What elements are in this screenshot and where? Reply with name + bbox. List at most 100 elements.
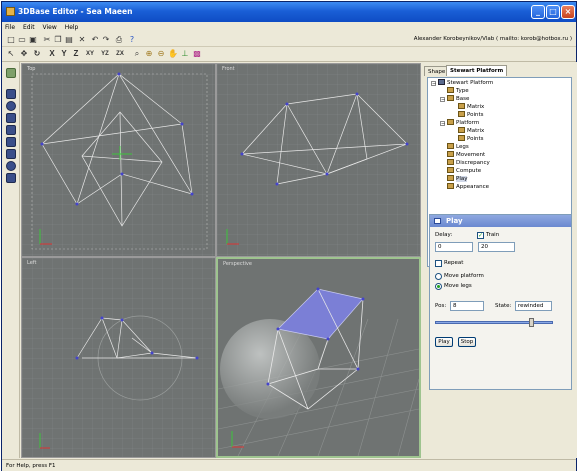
- viewport-left-label: Left: [27, 260, 37, 266]
- move-legs-label: Move legs: [444, 283, 472, 289]
- move-platform-radio[interactable]: [435, 273, 442, 280]
- state-label: State:: [495, 303, 512, 309]
- copy-icon[interactable]: ❐: [53, 35, 63, 45]
- expand-platform-icon[interactable]: −: [440, 121, 445, 127]
- viewport-top[interactable]: Top: [21, 63, 216, 257]
- menu-edit[interactable]: Edit: [20, 22, 38, 31]
- open-icon[interactable]: ▭: [17, 35, 27, 45]
- axis-xy-button[interactable]: XY: [84, 49, 96, 59]
- pan-icon[interactable]: ✋: [168, 49, 178, 59]
- app-window: 3DBase Editor - Sea Maeen _ □ × File Edi…: [1, 1, 577, 471]
- tree-item-base-matrix[interactable]: Matrix: [458, 103, 484, 111]
- position-slider[interactable]: [435, 321, 553, 324]
- front-view-canvas: [217, 64, 420, 256]
- viewport-front[interactable]: Front: [216, 63, 421, 257]
- cone-tool-icon[interactable]: [6, 125, 16, 135]
- axis-z-button[interactable]: Z: [71, 49, 81, 59]
- prism-tool-icon[interactable]: [6, 137, 16, 147]
- render-icon[interactable]: ▩: [192, 49, 202, 59]
- redo-icon[interactable]: ↷: [101, 35, 111, 45]
- platform-node-icon: [438, 79, 445, 85]
- position-slider-thumb[interactable]: [529, 318, 535, 327]
- print-icon[interactable]: ⎙: [114, 35, 124, 45]
- train-checkbox[interactable]: ✓: [477, 232, 484, 239]
- move-icon[interactable]: ✥: [19, 49, 29, 59]
- torus-tool-icon[interactable]: [6, 161, 16, 171]
- new-icon[interactable]: □: [6, 35, 16, 45]
- maximize-button[interactable]: □: [546, 5, 560, 19]
- axis-y-button[interactable]: Y: [59, 49, 69, 59]
- tab-stewart-platform[interactable]: Stewart Platform: [446, 65, 508, 76]
- sphere-tool-icon[interactable]: [6, 101, 16, 111]
- train-label: Train: [486, 232, 500, 238]
- rotate-icon[interactable]: ↻: [32, 49, 42, 59]
- menu-bar: File Edit View Help: [2, 22, 576, 33]
- node-icon: [447, 95, 454, 101]
- close-button[interactable]: ×: [561, 5, 575, 19]
- node-icon: [458, 135, 465, 141]
- delay-input[interactable]: 0: [435, 242, 473, 252]
- move-platform-label: Move platform: [444, 273, 484, 279]
- save-icon[interactable]: ▣: [28, 35, 38, 45]
- expand-root-icon[interactable]: −: [431, 81, 436, 87]
- tree-item-platform-matrix[interactable]: Matrix: [458, 127, 484, 135]
- minimize-button[interactable]: _: [531, 5, 545, 19]
- menu-file[interactable]: File: [2, 22, 18, 31]
- repeat-checkbox[interactable]: [435, 260, 442, 267]
- delay-label: Delay:: [435, 232, 453, 238]
- pos-input[interactable]: 8: [450, 301, 484, 311]
- zoom-in-icon[interactable]: ⊕: [144, 49, 154, 59]
- pointer-tool-icon[interactable]: [6, 68, 16, 78]
- viewport-top-label: Top: [27, 66, 36, 72]
- tree-item-legs[interactable]: Legs: [447, 143, 469, 151]
- node-icon: [447, 151, 454, 157]
- axis-zx-button[interactable]: ZX: [114, 49, 126, 59]
- delete-icon[interactable]: ✕: [77, 35, 87, 45]
- state-field: rewinded: [515, 301, 552, 311]
- author-info: Alexander Korobeynikov/Vlab ( mailto: ko…: [413, 36, 572, 42]
- expand-base-icon[interactable]: −: [440, 97, 445, 103]
- menu-help[interactable]: Help: [62, 22, 82, 31]
- main-toolbar: □ ▭ ▣ ✂ ❐ ▤ ✕ ↶ ↷ ⎙ ? Alexander Korobeyn…: [2, 33, 576, 47]
- tree-item-compute[interactable]: Compute: [447, 167, 481, 175]
- tree-item-stewart-platform[interactable]: Stewart Platform: [438, 79, 493, 87]
- axis-x-button[interactable]: X: [47, 49, 57, 59]
- shape-toolbar: [2, 62, 20, 458]
- viewport-left[interactable]: Left: [21, 257, 216, 458]
- help-icon[interactable]: ?: [127, 35, 137, 45]
- select-icon[interactable]: ↖: [6, 49, 16, 59]
- tree-item-type[interactable]: Type: [447, 87, 469, 95]
- top-view-canvas: [22, 64, 215, 256]
- node-icon: [447, 143, 454, 149]
- menu-view[interactable]: View: [40, 22, 60, 31]
- cylinder-tool-icon[interactable]: [6, 113, 16, 123]
- tree-item-movement[interactable]: Movement: [447, 151, 485, 159]
- tree-item-discrepancy[interactable]: Discrepancy: [447, 159, 490, 167]
- move-legs-radio[interactable]: [435, 283, 442, 290]
- tree-item-appearance[interactable]: Appearance: [447, 183, 489, 191]
- tree-item-play[interactable]: Play: [447, 175, 468, 183]
- zoom-out-icon[interactable]: ⊖: [156, 49, 166, 59]
- play-panel-header: Play: [430, 215, 571, 227]
- play-button[interactable]: Play: [435, 337, 453, 347]
- status-bar: For Help, press F1: [2, 459, 576, 471]
- play-panel-title: Play: [446, 217, 463, 225]
- pyramid-tool-icon[interactable]: [6, 149, 16, 159]
- train-input[interactable]: 20: [478, 242, 515, 252]
- cut-icon[interactable]: ✂: [42, 35, 52, 45]
- viewport-perspective[interactable]: Perspective: [216, 257, 421, 458]
- play-panel: Play Delay: ✓ Train 0 20 Repeat Move pla…: [429, 214, 572, 390]
- paste-icon[interactable]: ▤: [64, 35, 74, 45]
- tree-item-base-points[interactable]: Points: [458, 111, 484, 119]
- zoom-icon[interactable]: ⌕: [132, 49, 142, 59]
- axis-yz-button[interactable]: YZ: [99, 49, 111, 59]
- tree-item-base[interactable]: Base: [447, 95, 469, 103]
- axes-icon[interactable]: ⊥: [180, 49, 190, 59]
- stop-button[interactable]: Stop: [458, 337, 476, 347]
- tree-item-platform[interactable]: Platform: [447, 119, 479, 127]
- tree-item-platform-points[interactable]: Points: [458, 135, 484, 143]
- platform-tool-icon[interactable]: [6, 173, 16, 183]
- cube-tool-icon[interactable]: [6, 89, 16, 99]
- undo-icon[interactable]: ↶: [90, 35, 100, 45]
- node-icon: [447, 159, 454, 165]
